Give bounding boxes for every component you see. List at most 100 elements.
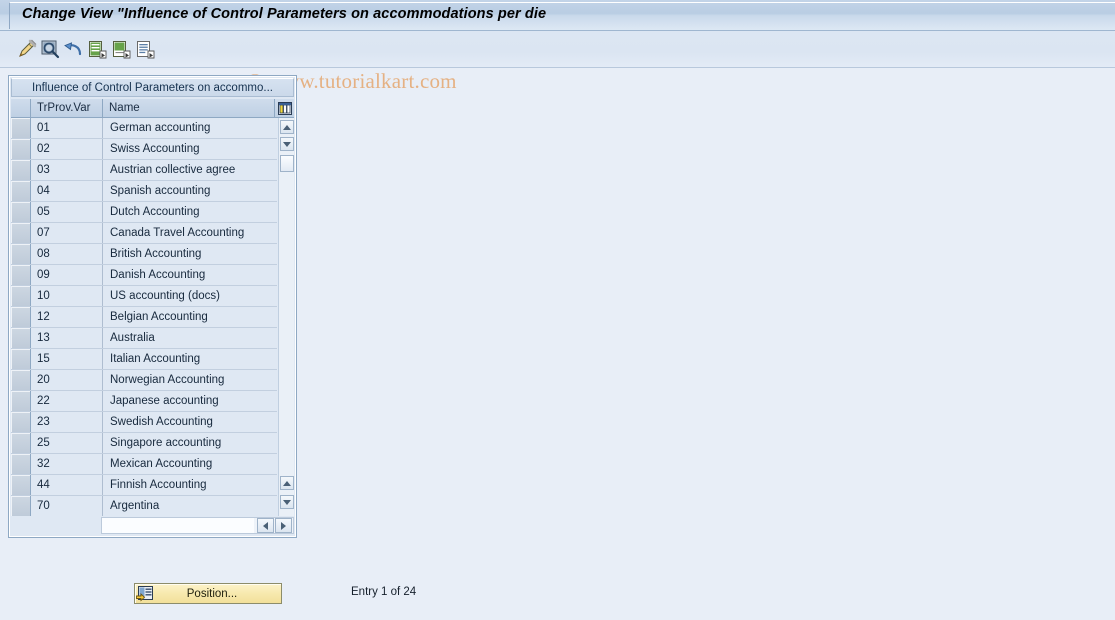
table-row[interactable]: 22 Japanese accounting — [11, 391, 277, 412]
row-select-button[interactable] — [11, 475, 31, 495]
position-button[interactable]: Position... — [134, 583, 282, 604]
cell-name[interactable]: German accounting — [103, 118, 275, 138]
table-row[interactable]: 13 Australia — [11, 328, 277, 349]
cell-name[interactable]: Argentina — [103, 496, 275, 516]
change-edit-icon[interactable] — [16, 39, 38, 60]
column-header-name[interactable]: Name — [103, 99, 275, 118]
table-row[interactable]: 20 Norwegian Accounting — [11, 370, 277, 391]
cell-trprov-var[interactable]: 09 — [31, 265, 103, 285]
table-row[interactable]: 07 Canada Travel Accounting — [11, 223, 277, 244]
cell-name[interactable]: Italian Accounting — [103, 349, 275, 369]
table-row[interactable]: 25 Singapore accounting — [11, 433, 277, 454]
row-select-button[interactable] — [11, 139, 31, 159]
details-icon[interactable] — [135, 39, 157, 60]
row-select-button[interactable] — [11, 349, 31, 369]
cell-trprov-var[interactable]: 13 — [31, 328, 103, 348]
scroll-page-up-icon[interactable] — [280, 476, 294, 490]
cell-name[interactable]: Australia — [103, 328, 275, 348]
table-row[interactable]: 09 Danish Accounting — [11, 265, 277, 286]
scroll-left-icon[interactable] — [257, 518, 274, 533]
table-row[interactable]: 04 Spanish accounting — [11, 181, 277, 202]
cell-name[interactable]: Swiss Accounting — [103, 139, 275, 159]
cell-name[interactable]: Finnish Accounting — [103, 475, 275, 495]
cell-trprov-var[interactable]: 12 — [31, 307, 103, 327]
column-config-icon[interactable] — [275, 99, 294, 118]
copy-as-icon[interactable] — [111, 39, 133, 60]
cell-name[interactable]: Danish Accounting — [103, 265, 275, 285]
table-row[interactable]: 01 German accounting — [11, 118, 277, 139]
row-select-button[interactable] — [11, 286, 31, 306]
row-select-button[interactable] — [11, 412, 31, 432]
cell-name[interactable]: Norwegian Accounting — [103, 370, 275, 390]
row-select-button[interactable] — [11, 328, 31, 348]
scroll-page-down-icon[interactable] — [280, 495, 294, 509]
table-row[interactable]: 03 Austrian collective agree — [11, 160, 277, 181]
table-row[interactable]: 10 US accounting (docs) — [11, 286, 277, 307]
row-select-button[interactable] — [11, 454, 31, 474]
table-row[interactable]: 08 British Accounting — [11, 244, 277, 265]
cell-trprov-var[interactable]: 25 — [31, 433, 103, 453]
cell-trprov-var[interactable]: 22 — [31, 391, 103, 411]
row-select-button[interactable] — [11, 496, 31, 516]
row-select-button[interactable] — [11, 370, 31, 390]
cell-name[interactable]: Austrian collective agree — [103, 160, 275, 180]
cell-trprov-var[interactable]: 44 — [31, 475, 103, 495]
column-header-trprov-var[interactable]: TrProv.Var — [31, 99, 103, 118]
table-row[interactable]: 12 Belgian Accounting — [11, 307, 277, 328]
table-row[interactable]: 44 Finnish Accounting — [11, 475, 277, 496]
cell-trprov-var[interactable]: 03 — [31, 160, 103, 180]
cell-trprov-var[interactable]: 02 — [31, 139, 103, 159]
scroll-up-icon[interactable] — [280, 120, 294, 134]
scroll-down-icon[interactable] — [280, 137, 294, 151]
row-select-button[interactable] — [11, 223, 31, 243]
cell-name[interactable]: Spanish accounting — [103, 181, 275, 201]
display-search-icon[interactable] — [40, 39, 62, 60]
cell-trprov-var[interactable]: 07 — [31, 223, 103, 243]
row-select-button[interactable] — [11, 265, 31, 285]
cell-trprov-var[interactable]: 20 — [31, 370, 103, 390]
cell-name[interactable]: Swedish Accounting — [103, 412, 275, 432]
entry-status-text: Entry 1 of 24 — [351, 586, 417, 598]
table-rows-container[interactable]: 01 German accounting 02 Swiss Accounting 03 A… — [11, 118, 277, 516]
new-entries-icon[interactable] — [87, 39, 109, 60]
table-row[interactable]: 02 Swiss Accounting — [11, 139, 277, 160]
cell-name[interactable]: US accounting (docs) — [103, 286, 275, 306]
cell-name[interactable]: Mexican Accounting — [103, 454, 275, 474]
row-select-button[interactable] — [11, 118, 31, 138]
cell-trprov-var[interactable]: 05 — [31, 202, 103, 222]
row-select-button[interactable] — [11, 160, 31, 180]
cell-trprov-var[interactable]: 04 — [31, 181, 103, 201]
row-select-button[interactable] — [11, 181, 31, 201]
scroll-right-icon[interactable] — [275, 518, 292, 533]
cell-trprov-var[interactable]: 23 — [31, 412, 103, 432]
table-control-panel: Influence of Control Parameters on accom… — [8, 75, 297, 538]
cell-name[interactable]: Dutch Accounting — [103, 202, 275, 222]
row-select-button[interactable] — [11, 307, 31, 327]
cell-name[interactable]: British Accounting — [103, 244, 275, 264]
cell-trprov-var[interactable]: 32 — [31, 454, 103, 474]
row-select-button[interactable] — [11, 202, 31, 222]
cell-trprov-var[interactable]: 10 — [31, 286, 103, 306]
table-row[interactable]: 23 Swedish Accounting — [11, 412, 277, 433]
table-row[interactable]: 05 Dutch Accounting — [11, 202, 277, 223]
table-horizontal-scrollbar[interactable] — [101, 517, 294, 534]
horizontal-scrollbar-track[interactable] — [102, 518, 254, 533]
cell-name[interactable]: Japanese accounting — [103, 391, 275, 411]
cell-name[interactable]: Canada Travel Accounting — [103, 223, 275, 243]
row-select-button[interactable] — [11, 433, 31, 453]
cell-name[interactable]: Belgian Accounting — [103, 307, 275, 327]
vertical-scrollbar-thumb[interactable] — [280, 155, 294, 172]
cell-name[interactable]: Singapore accounting — [103, 433, 275, 453]
column-header-select-all[interactable] — [11, 99, 31, 118]
undo-arrow-icon[interactable] — [63, 39, 85, 60]
row-select-button[interactable] — [11, 391, 31, 411]
table-row[interactable]: 70 Argentina — [11, 496, 277, 516]
cell-trprov-var[interactable]: 08 — [31, 244, 103, 264]
table-row[interactable]: 32 Mexican Accounting — [11, 454, 277, 475]
cell-trprov-var[interactable]: 70 — [31, 496, 103, 516]
table-row[interactable]: 15 Italian Accounting — [11, 349, 277, 370]
cell-trprov-var[interactable]: 01 — [31, 118, 103, 138]
cell-trprov-var[interactable]: 15 — [31, 349, 103, 369]
row-select-button[interactable] — [11, 244, 31, 264]
table-vertical-scrollbar[interactable] — [278, 118, 294, 516]
